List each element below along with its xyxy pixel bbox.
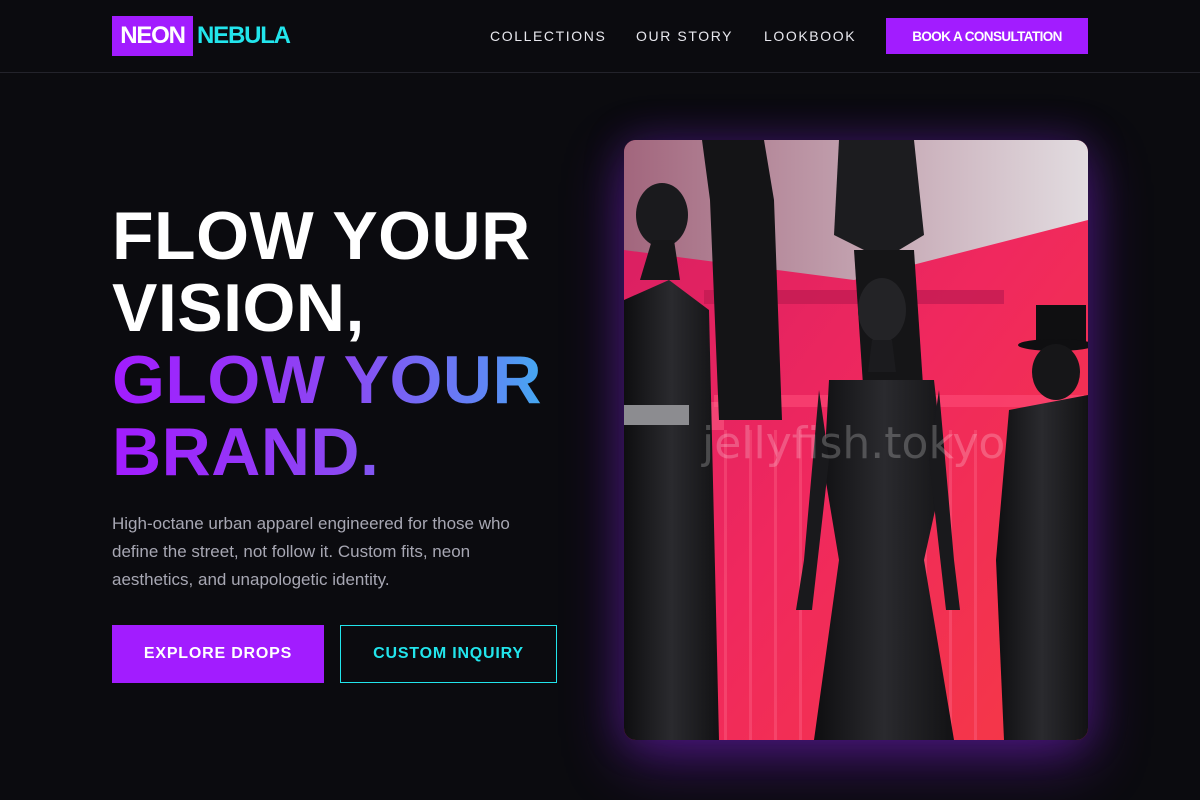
hero-description: High-octane urban apparel engineered for…: [112, 514, 510, 589]
nav-collections-link[interactable]: COLLECTIONS: [490, 27, 606, 45]
custom-inquiry-button[interactable]: CUSTOM INQUIRY: [340, 625, 557, 683]
logo-nebula-text: NEBULA: [197, 22, 291, 49]
headline-line-2: VISION,: [112, 270, 365, 346]
hero-fashion-image: jellyfish.tokyo: [624, 140, 1088, 740]
nav-lookbook-link[interactable]: LOOKBOOK: [764, 27, 856, 45]
logo-neon-text: NEON: [112, 16, 193, 56]
headline-line-1: FLOW YOUR: [112, 198, 531, 274]
headline-line-3: GLOW YOUR: [112, 342, 543, 418]
nav-our-story-link[interactable]: OUR STORY: [636, 27, 733, 45]
hero-headline: FLOW YOUR VISION, GLOW YOUR BRAND.: [112, 200, 542, 488]
book-consultation-button[interactable]: BOOK A CONSULTATION: [886, 18, 1088, 54]
headline-line-4: BRAND.: [112, 416, 542, 488]
brand-logo[interactable]: NEON NEBULA: [112, 16, 291, 56]
site-header: NEON NEBULA COLLECTIONS OUR STORY LOOKBO…: [0, 0, 1200, 73]
image-watermark: jellyfish.tokyo: [701, 418, 1005, 469]
mannequin-display-illustration: jellyfish.tokyo: [624, 140, 1088, 740]
explore-drops-button[interactable]: EXPLORE DROPS: [112, 625, 324, 683]
